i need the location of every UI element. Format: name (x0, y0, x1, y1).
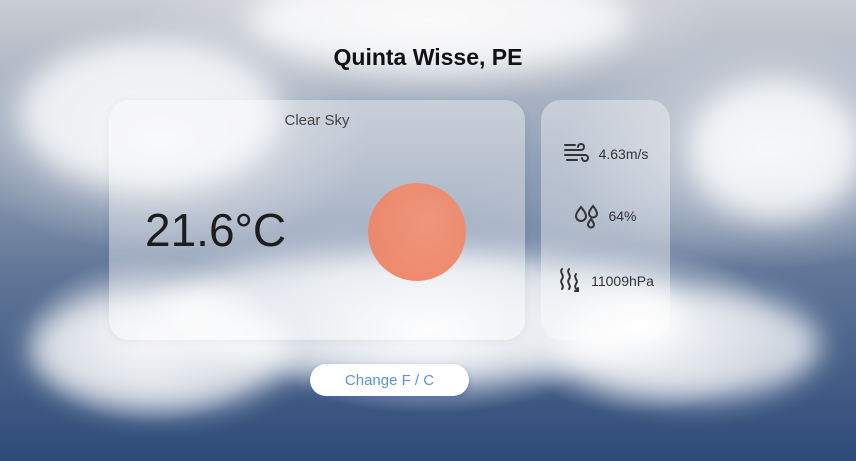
humidity-icon (575, 204, 599, 229)
location-title: Quinta Wisse, PE (333, 44, 523, 70)
change-unit-button[interactable]: Change F / C (310, 364, 469, 396)
pressure-value: 11009hPa (591, 273, 654, 289)
sun-icon (368, 183, 466, 281)
weather-details-card: 4.63m/s 64% 11009hPa (541, 100, 670, 340)
wind-icon (563, 143, 589, 162)
heat-waves-icon (560, 268, 580, 292)
current-weather-card: Clear Sky 21.6°C (109, 100, 525, 340)
temperature-value: 21.6°C (145, 204, 287, 256)
wind-row: 4.63m/s (541, 142, 670, 166)
wind-speed-value: 4.63m/s (598, 146, 649, 162)
pressure-row: 11009hPa (541, 266, 670, 296)
weather-description: Clear Sky (284, 112, 350, 129)
humidity-row: 64% (541, 203, 670, 229)
humidity-value: 64% (608, 208, 637, 224)
